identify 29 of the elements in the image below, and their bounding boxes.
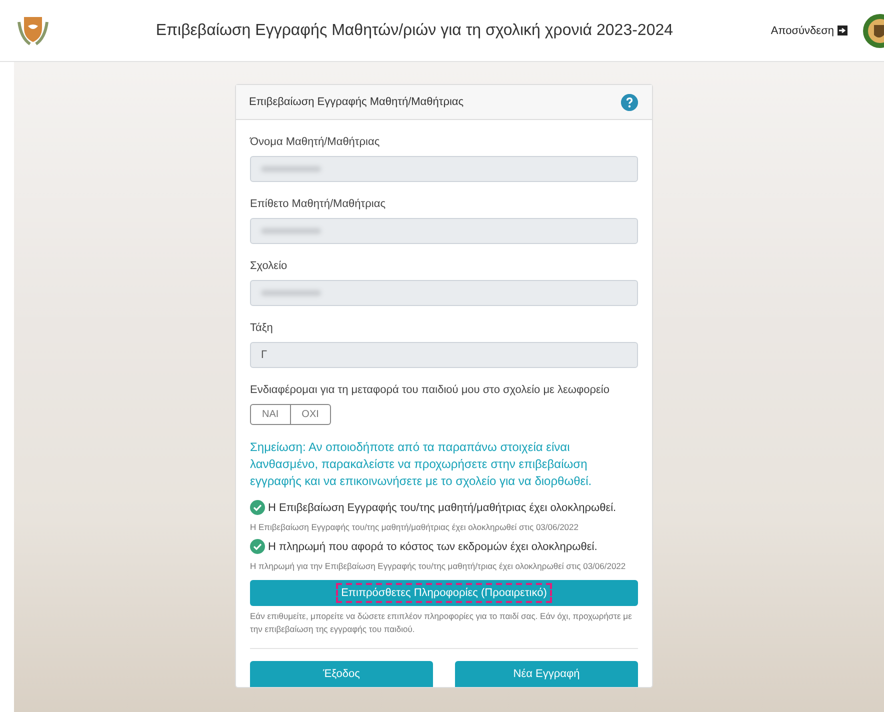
additional-info-button[interactable]: Επιπρόσθετες Πληροφορίες (Προαιρετικό) <box>250 580 638 606</box>
new-registration-button[interactable]: Νέα Εγγραφή <box>455 661 638 687</box>
status-text: Η Επιβεβαίωση Εγγραφής του/της μαθητή/μαθήτριας έχει ολοκληρωθεί. <box>268 502 616 514</box>
status-detail: Η Επιβεβαίωση Εγγραφής του/της μαθητή/μαθήτριας έχει ολοκληρωθεί στις 03/06/2022 <box>250 521 580 533</box>
toggle-option[interactable]: ΟΧΙ <box>290 404 331 425</box>
card-title: Επιβεβαίωση Εγγραφής Μαθητή/Μαθήτριας <box>249 96 464 108</box>
toggle-option[interactable]: ΝΑΙ <box>250 404 291 425</box>
status-detail: Η πληρωμή για την Επιβεβαίωση Εγγραφής του/της μαθητή/τριας έχει ολοκληρωθεί στις 03/06/2022 <box>250 560 627 572</box>
emblem-logo <box>862 12 884 48</box>
status-text: Η πληρωμή που αφορά το κόστος των εκδρομών έχει ολοκληρωθεί. <box>268 540 598 552</box>
note-text: Σημείωση: Αν οποιοδήποτε από τα παραπάνω στοιχεία είναι λανθασμένο, παρακαλείστε να προχωρήσετε στην επιβεβαίωση εγγραφής και να επικοινωνήσετε με το σχολείο για να διορθωθεί. <box>250 439 593 490</box>
input-field[interactable] <box>250 218 638 244</box>
blurred-value <box>261 166 321 172</box>
logout-link[interactable]: Αποσύνδεση <box>770 24 848 36</box>
field-label: Επίθετο Μαθητή/Μαθήτριας <box>250 197 386 212</box>
field-label: Όνομα Μαθητή/Μαθήτριας <box>250 135 381 150</box>
blurred-value <box>261 228 321 234</box>
field-label: Τάξη <box>250 321 274 336</box>
logout-icon <box>837 25 848 36</box>
input-field[interactable] <box>250 156 638 182</box>
help-text: Εάν επιθυμείτε, μπορείτε να δώσετε επιπλέον πληροφορίες για το παιδί σας. Εάν όχι, προχωρήστε με την επιβεβαίωση της εγγραφής του παιδιού. <box>250 610 633 636</box>
exit-button[interactable]: Έξοδος <box>250 661 433 687</box>
page-title: Επιβεβαίωση Εγγραφής Μαθητών/ριών για τη σχολική χρονιά 2023-2024 <box>154 22 674 40</box>
input-field[interactable]: Γ <box>250 342 638 368</box>
question-label: Ενδιαφέρομαι για τη μεταφορά του παιδιού μου στο σχολείο με λεωφορείο <box>250 383 610 398</box>
input-field[interactable] <box>250 280 638 306</box>
help-icon[interactable] <box>621 94 638 110</box>
field-label: Σχολείο <box>250 259 288 274</box>
blurred-value <box>261 290 321 296</box>
